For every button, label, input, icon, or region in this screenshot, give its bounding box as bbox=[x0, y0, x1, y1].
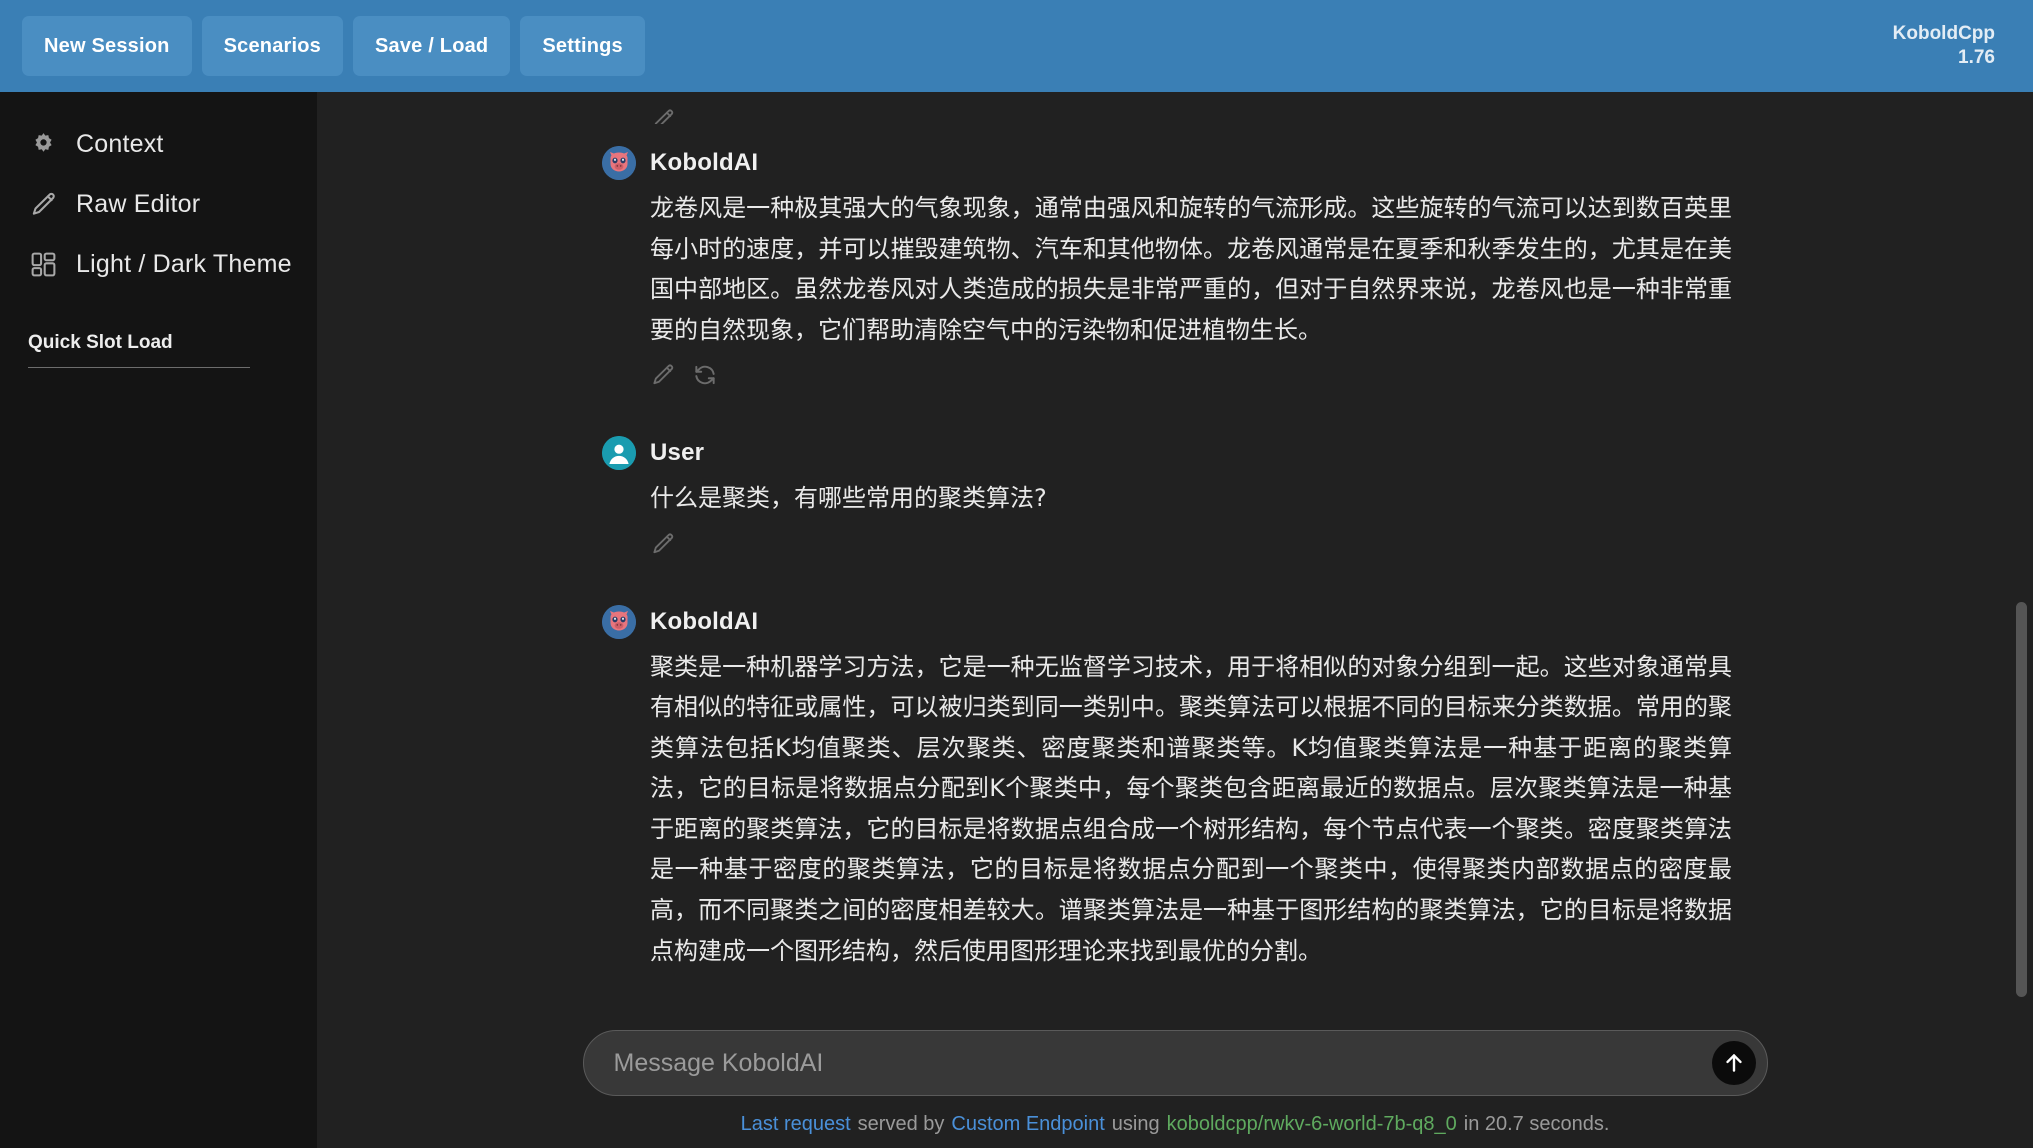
nav-button-group: New Session Scenarios Save / Load Settin… bbox=[22, 16, 645, 76]
message-author: KoboldAI bbox=[650, 149, 758, 177]
sidebar-item-label: Context bbox=[76, 130, 164, 159]
layout-grid-icon bbox=[28, 249, 59, 280]
app-name: KoboldCpp bbox=[1893, 22, 1995, 46]
quick-slot-divider bbox=[28, 367, 250, 368]
top-navigation-bar: New Session Scenarios Save / Load Settin… bbox=[0, 0, 2033, 92]
sidebar-item-light-dark-theme[interactable]: Light / Dark Theme bbox=[0, 234, 317, 294]
message-author: KoboldAI bbox=[650, 608, 758, 636]
gear-icon bbox=[28, 129, 59, 160]
app-version-label: KoboldCpp 1.76 bbox=[1893, 22, 2011, 71]
message-input[interactable] bbox=[584, 1049, 1767, 1078]
user-avatar bbox=[602, 436, 636, 470]
model-name-label: koboldcpp/rwkv-6-world-7b-q8_0 bbox=[1167, 1113, 1457, 1136]
endpoint-link[interactable]: Custom Endpoint bbox=[951, 1113, 1104, 1136]
kobold-avatar bbox=[602, 146, 636, 180]
settings-button[interactable]: Settings bbox=[520, 16, 645, 76]
message-author: User bbox=[650, 439, 704, 467]
regenerate-icon[interactable] bbox=[692, 362, 718, 388]
sidebar-item-raw-editor[interactable]: Raw Editor bbox=[0, 174, 317, 234]
message-header: KoboldAI bbox=[602, 605, 1732, 639]
edit-icon[interactable] bbox=[650, 107, 676, 124]
served-by-label: served by bbox=[858, 1113, 945, 1136]
quick-slot-load-section: Quick Slot Load bbox=[0, 332, 317, 368]
chat-message: KoboldAI 聚类是一种机器学习方法，它是一种无监督学习技术，用于将相似的对… bbox=[602, 605, 1732, 971]
chat-scrollbar-thumb[interactable] bbox=[2016, 602, 2027, 997]
edit-icon[interactable] bbox=[650, 531, 676, 557]
sidebar-item-label: Raw Editor bbox=[76, 190, 200, 219]
message-text: 聚类是一种机器学习方法，它是一种无监督学习技术，用于将相似的对象分组到一起。这些… bbox=[602, 647, 1732, 971]
quick-slot-load-title: Quick Slot Load bbox=[28, 332, 289, 367]
chat-scrollbar-track[interactable] bbox=[2016, 92, 2027, 1148]
chat-message: User 什么是聚类，有哪些常用的聚类算法? bbox=[602, 436, 1732, 561]
message-composer[interactable] bbox=[583, 1030, 1768, 1096]
pencil-icon bbox=[28, 189, 59, 220]
kobold-avatar bbox=[602, 605, 636, 639]
duration-label: in 20.7 seconds. bbox=[1464, 1113, 1610, 1136]
using-label: using bbox=[1112, 1113, 1160, 1136]
chat-message: KoboldAI 龙卷风是一种极其强大的气象现象，通常由强风和旋转的气流形成。这… bbox=[602, 146, 1732, 392]
message-header: KoboldAI bbox=[602, 146, 1732, 180]
message-header: User bbox=[602, 436, 1732, 470]
last-request-link[interactable]: Last request bbox=[741, 1113, 851, 1136]
chat-scroll-region[interactable]: KoboldAI 龙卷风是一种极其强大的气象现象，通常由强风和旋转的气流形成。这… bbox=[317, 92, 2033, 1012]
main-chat-area: KoboldAI 龙卷风是一种极其强大的气象现象，通常由强风和旋转的气流形成。这… bbox=[317, 92, 2033, 1148]
scenarios-button[interactable]: Scenarios bbox=[202, 16, 343, 76]
status-footer: Last request served by Custom Endpoint u… bbox=[317, 1100, 2033, 1148]
message-text: 龙卷风是一种极其强大的气象现象，通常由强风和旋转的气流形成。这些旋转的气流可以达… bbox=[602, 188, 1732, 350]
arrow-up-icon bbox=[1721, 1050, 1747, 1076]
message-actions bbox=[602, 358, 1732, 392]
sidebar-item-context[interactable]: Context bbox=[0, 114, 317, 174]
app-version-number: 1.76 bbox=[1893, 46, 1995, 70]
send-button[interactable] bbox=[1712, 1041, 1756, 1085]
composer-container bbox=[317, 1030, 2033, 1096]
scrolled-message-actions bbox=[602, 94, 1732, 124]
sidebar: Context Raw Editor Light / Dark Theme Qu… bbox=[0, 92, 317, 1148]
message-text: 什么是聚类，有哪些常用的聚类算法? bbox=[602, 478, 1732, 519]
message-actions bbox=[602, 527, 1732, 561]
save-load-button[interactable]: Save / Load bbox=[353, 16, 510, 76]
new-session-button[interactable]: New Session bbox=[22, 16, 192, 76]
edit-icon[interactable] bbox=[650, 362, 676, 388]
sidebar-item-label: Light / Dark Theme bbox=[76, 250, 292, 279]
